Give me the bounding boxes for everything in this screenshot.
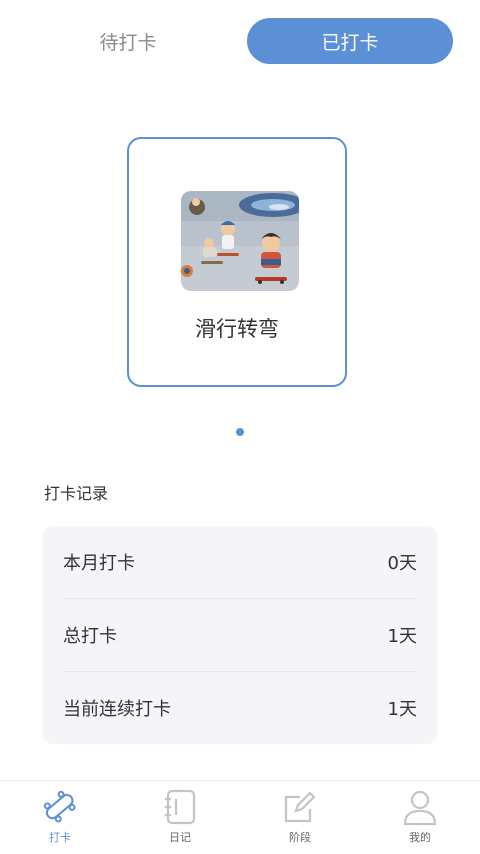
nav-profile[interactable]: 我的 — [360, 781, 480, 854]
nav-stage[interactable]: 阶段 — [240, 781, 360, 854]
nav-label: 打卡 — [49, 831, 71, 844]
records-panel: 本月打卡 0天 总打卡 1天 当前连续打卡 1天 — [43, 526, 437, 744]
record-label: 本月打卡 — [63, 553, 135, 574]
record-row-total: 总打卡 1天 — [63, 599, 417, 671]
nav-diary[interactable]: 日记 — [120, 781, 240, 854]
record-value: 1天 — [387, 699, 417, 720]
checkin-card[interactable]: 滑行转弯 — [127, 137, 347, 387]
bottom-nav: 打卡 日记 阶段 我的 — [0, 780, 480, 854]
pager-dot — [236, 428, 244, 436]
tab-pending[interactable]: 待打卡 — [28, 18, 228, 64]
record-label: 当前连续打卡 — [63, 699, 171, 720]
skateboard-kids-illustration — [181, 191, 299, 291]
record-row-streak: 当前连续打卡 1天 — [63, 672, 417, 744]
record-label: 总打卡 — [63, 626, 117, 647]
nav-label: 阶段 — [289, 831, 311, 844]
nav-label: 日记 — [169, 831, 191, 844]
user-icon — [402, 787, 438, 827]
notebook-icon — [162, 787, 198, 827]
card-title: 滑行转弯 — [195, 317, 279, 341]
edit-icon — [282, 787, 318, 827]
tab-done[interactable]: 已打卡 — [247, 18, 453, 64]
record-row-month: 本月打卡 0天 — [63, 526, 417, 598]
record-value: 0天 — [387, 553, 417, 574]
section-title: 打卡记录 — [44, 484, 109, 503]
skateboard-icon — [42, 787, 78, 827]
record-value: 1天 — [387, 626, 417, 647]
nav-label: 我的 — [409, 831, 431, 844]
nav-checkin[interactable]: 打卡 — [0, 781, 120, 854]
